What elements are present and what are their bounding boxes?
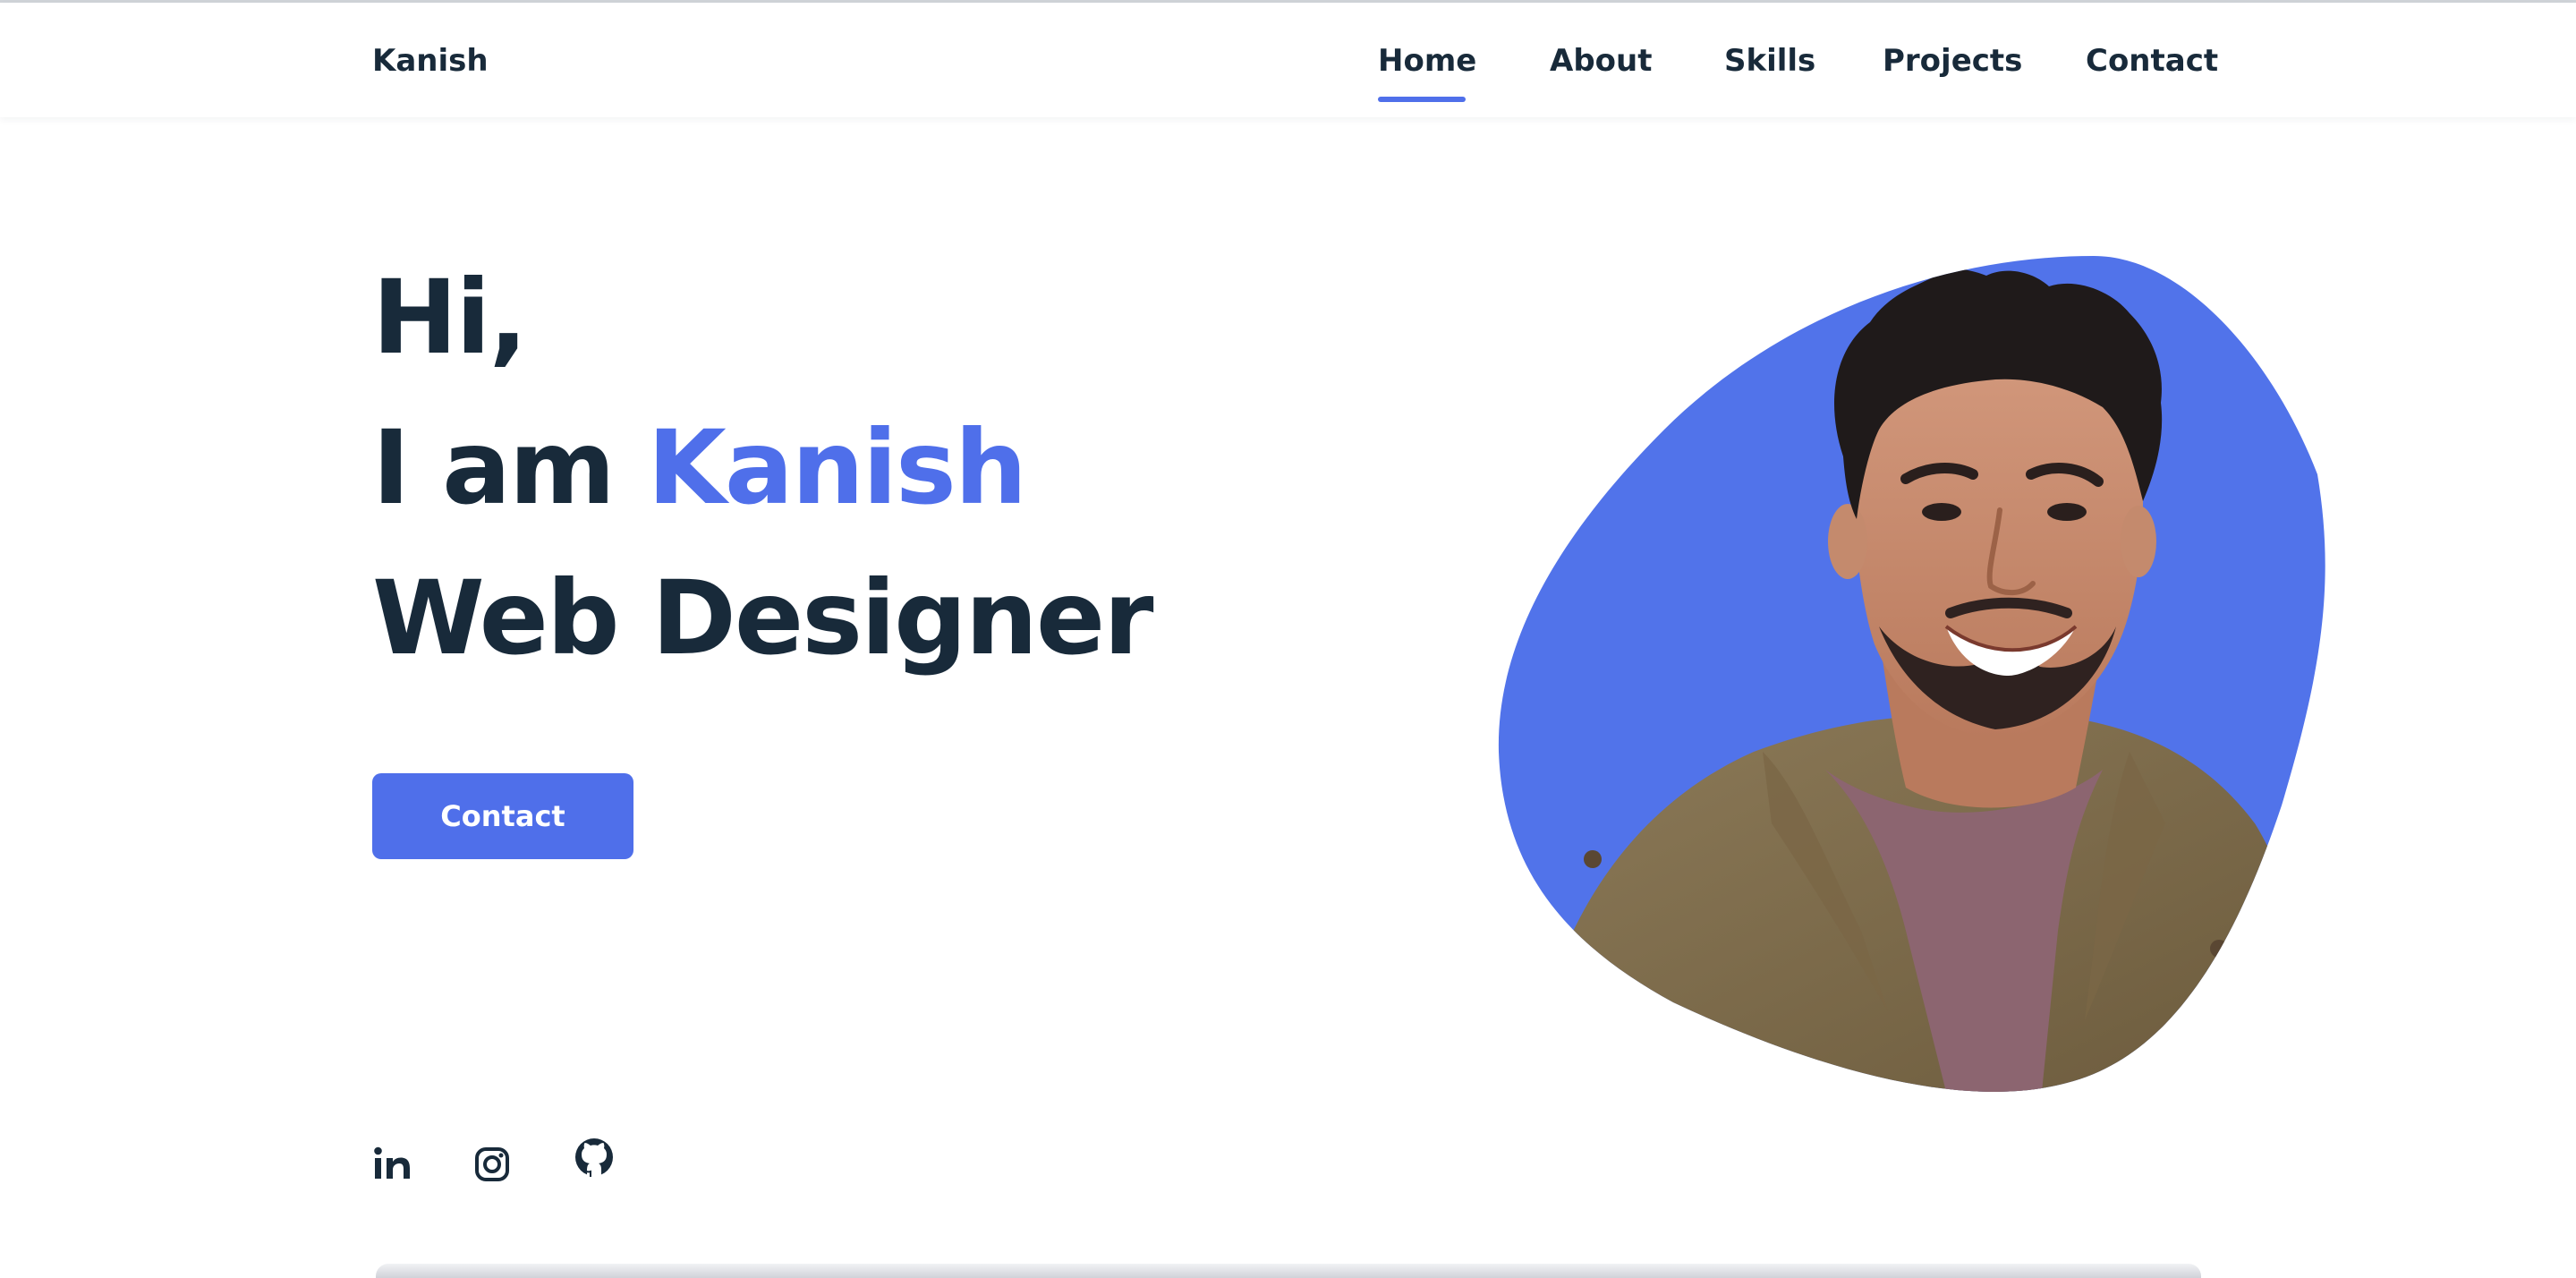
intro-heading: I am Kanish bbox=[372, 401, 1028, 535]
github-icon[interactable] bbox=[571, 1135, 619, 1183]
intro-prefix: I am bbox=[372, 408, 648, 527]
greeting-heading: Hi, bbox=[372, 258, 528, 377]
nav-menu: Home About Skills Projects Contact bbox=[1342, 40, 2237, 112]
nav-item-skills[interactable]: Skills bbox=[1724, 40, 1815, 81]
navbar: Kanish Home About Skills Projects Contac… bbox=[0, 3, 2576, 117]
nav-item-contact[interactable]: Contact bbox=[2086, 40, 2218, 81]
linkedin-icon[interactable] bbox=[369, 1140, 417, 1189]
nav-item-about[interactable]: About bbox=[1550, 40, 1652, 81]
nav-item-home[interactable]: Home bbox=[1378, 40, 1476, 81]
bottom-section-edge bbox=[376, 1264, 2201, 1278]
instagram-icon[interactable] bbox=[470, 1142, 518, 1190]
active-nav-indicator bbox=[1378, 97, 1466, 102]
contact-button[interactable]: Contact bbox=[372, 773, 633, 859]
role-heading: Web Designer bbox=[372, 558, 1153, 677]
page: Kanish Home About Skills Projects Contac… bbox=[0, 0, 2576, 1278]
logo[interactable]: Kanish bbox=[372, 40, 489, 81]
intro-name: Kanish bbox=[647, 408, 1028, 527]
nav-item-projects[interactable]: Projects bbox=[1883, 40, 2022, 81]
profile-photo bbox=[1485, 251, 2344, 1110]
